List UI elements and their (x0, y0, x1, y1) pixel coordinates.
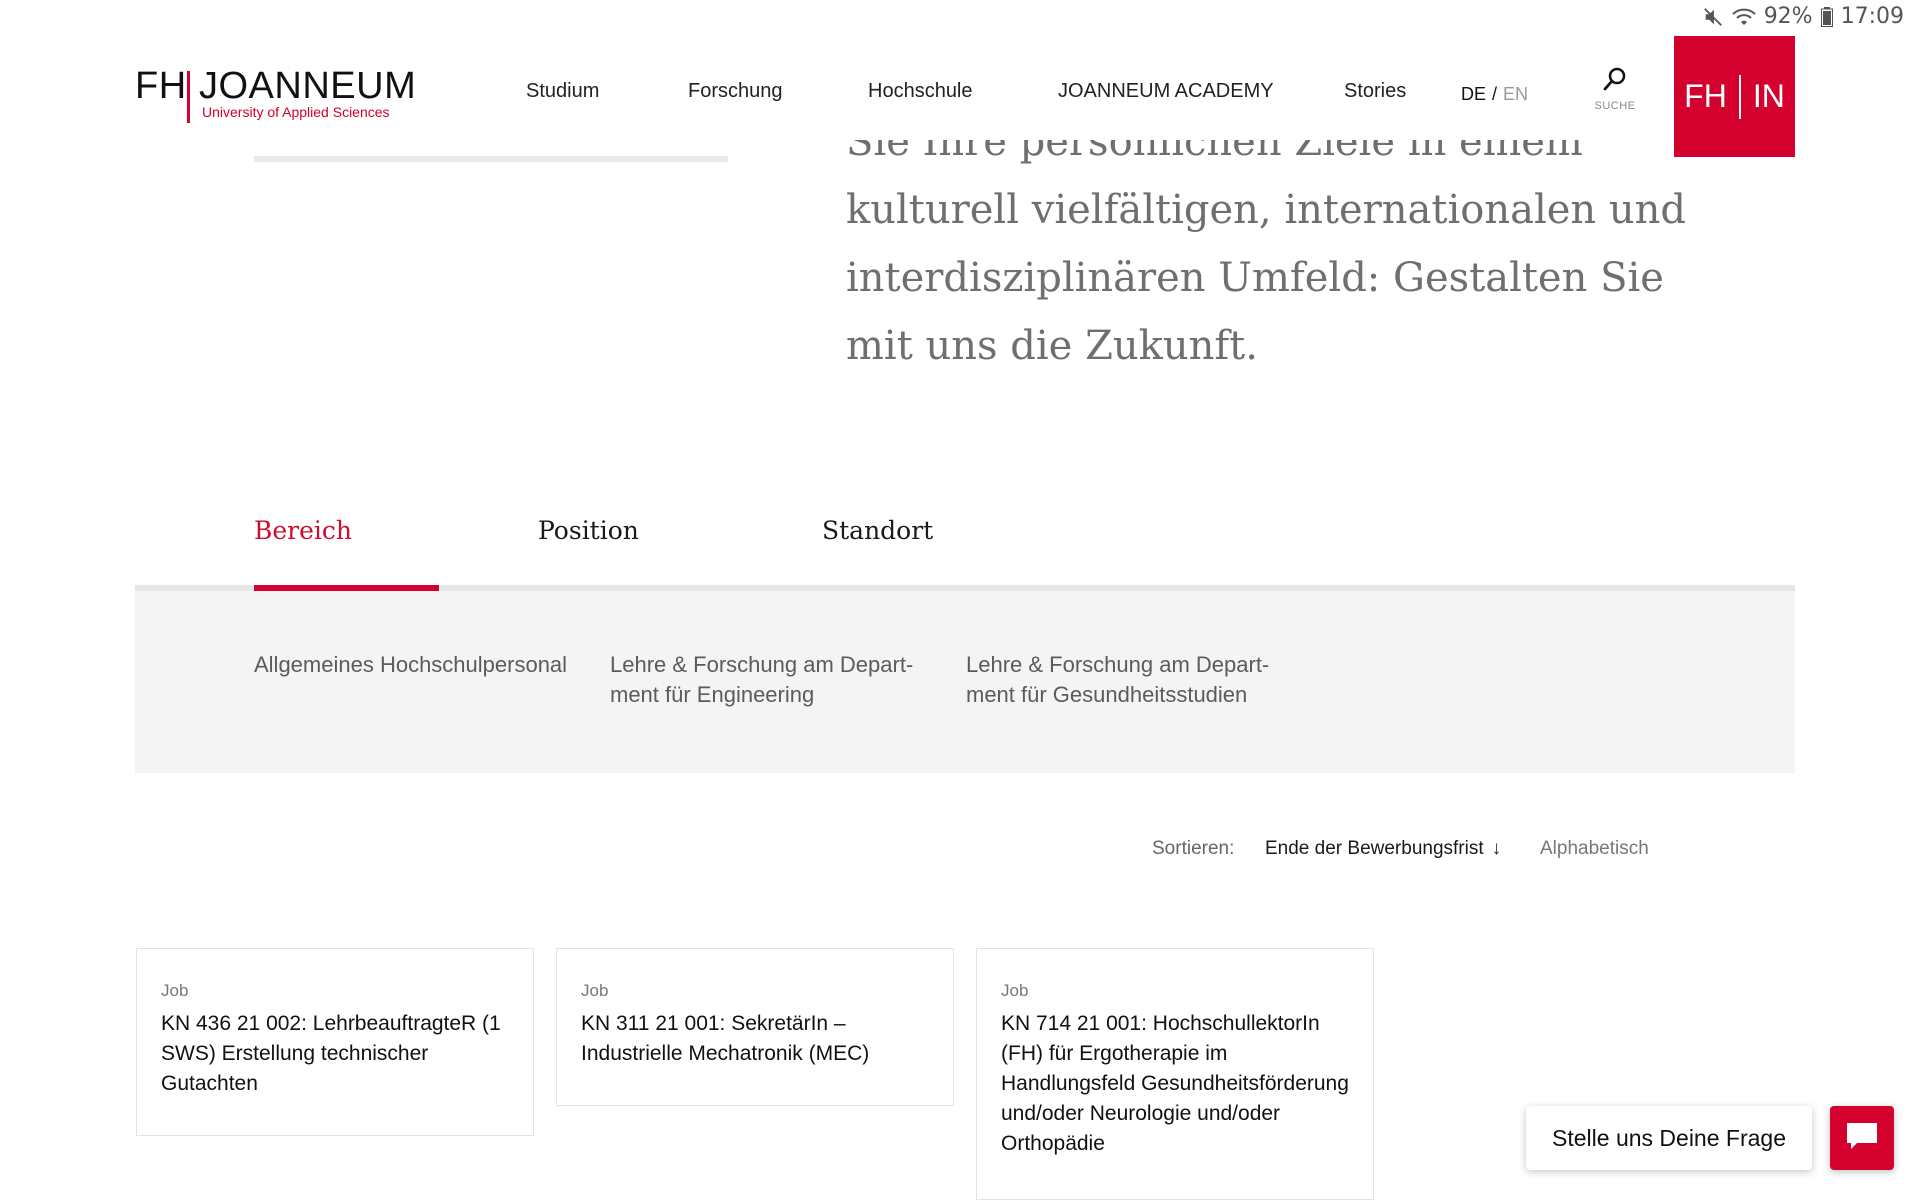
lang-en[interactable]: EN (1503, 84, 1528, 104)
logo-name: JOANNEUM (199, 65, 417, 107)
section-divider (254, 156, 728, 162)
job-title: KN 714 21 001: HochschullektorIn (FH) fü… (1001, 1012, 1349, 1155)
sort-active-label: Ende der Bewerbungsfrist (1265, 838, 1484, 859)
job-card[interactable]: Job KN 436 21 002: LehrbeauftragteR (1 S… (136, 948, 534, 1136)
filter-panel (135, 591, 1795, 773)
battery-percent: 92% (1763, 4, 1813, 29)
logo-subtitle: University of Applied Sciences (202, 104, 390, 120)
clock: 17:09 (1840, 4, 1904, 29)
chat-prompt-button[interactable]: Stelle uns Deine Frage (1526, 1106, 1812, 1170)
hero-line: interdisziplinären Umfeld: Gestalten Sie (846, 255, 1664, 301)
nav-joanneum-academy[interactable]: JOANNEUM ACADEMY (1058, 80, 1274, 103)
job-title: KN 436 21 002: LehrbeauftragteR (1 SWS) … (161, 1012, 501, 1095)
nav-stories[interactable]: Stories (1344, 80, 1406, 103)
search-label: SUCHE (1594, 100, 1636, 112)
job-type: Job (581, 981, 609, 1000)
hero-line: kulturell vielfältigen, internationalen … (846, 187, 1687, 233)
search-button[interactable]: SUCHE (1590, 66, 1640, 112)
tab-bereich[interactable]: Bereich (254, 516, 352, 545)
sort-by-deadline[interactable]: Ende der Bewerbungsfrist ↓ (1265, 838, 1501, 860)
mute-icon (1702, 6, 1724, 28)
job-type: Job (161, 981, 189, 1000)
fh-joanneum-logo[interactable]: FH JOANNEUM University of Applied Scienc… (135, 64, 416, 124)
logo-divider (187, 71, 190, 123)
job-title: KN 311 21 001: SekretärIn – Industrielle… (581, 1012, 870, 1065)
nav-studium[interactable]: Studium (526, 80, 599, 103)
lang-de[interactable]: DE (1461, 84, 1486, 104)
job-card[interactable]: Job KN 311 21 001: SekretärIn – Industri… (556, 948, 954, 1106)
wifi-icon (1732, 7, 1756, 27)
sort-label: Sortieren: (1152, 838, 1235, 859)
hero-line: Sie Ihre persönlichen Ziele in einem (846, 140, 1583, 165)
fhin-left: FH (1684, 78, 1727, 114)
nav-forschung[interactable]: Forschung (688, 80, 783, 103)
logo-fh: FH (135, 65, 187, 107)
search-icon (1590, 66, 1640, 92)
fh-intranet-button[interactable]: FH IN (1674, 36, 1795, 157)
fhin-divider (1738, 74, 1741, 119)
tab-standort[interactable]: Standort (822, 516, 933, 545)
arrow-down-icon: ↓ (1491, 838, 1502, 859)
filter-gesundheitsstudien[interactable]: Lehre & Forschung am Depart- ment für Ge… (966, 650, 1296, 710)
status-bar: 92% 17:09 (1702, 4, 1904, 29)
battery-icon (1820, 6, 1833, 27)
nav-hochschule[interactable]: Hochschule (868, 80, 973, 103)
tab-position[interactable]: Position (538, 516, 639, 545)
job-type: Job (1001, 981, 1029, 1000)
chat-icon (1845, 1121, 1879, 1156)
sort-alphabetical[interactable]: Alphabetisch (1540, 838, 1649, 860)
hero-text-area: Sie Ihre persönlichen Ziele in einem kul… (846, 140, 1806, 390)
job-card[interactable]: Job KN 714 21 001: HochschullektorIn (FH… (976, 948, 1374, 1200)
language-switcher: DE / EN (1461, 84, 1528, 105)
lang-separator: / (1492, 84, 1498, 104)
hero-paragraph: Sie Ihre persönlichen Ziele in einem kul… (846, 140, 1806, 380)
fhin-right: IN (1752, 78, 1785, 114)
chat-open-button[interactable] (1830, 1106, 1894, 1170)
filter-engineering[interactable]: Lehre & Forschung am Depart- ment für En… (610, 650, 920, 710)
hero-line: mit uns die Zukunft. (846, 323, 1258, 369)
filter-allgemeines-hochschulpersonal[interactable]: Allgemeines Hochschulpersonal (254, 650, 567, 680)
